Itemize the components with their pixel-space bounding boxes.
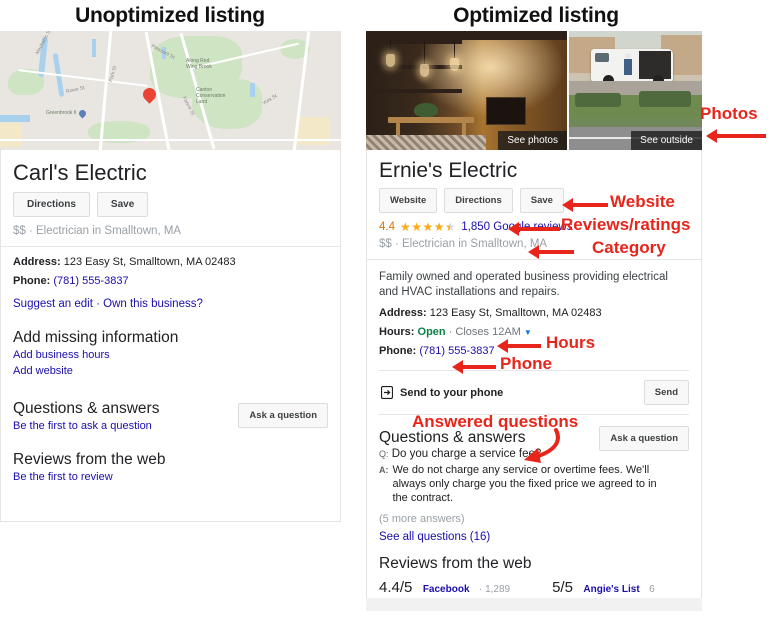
map-thumbnail[interactable]: Along Red Wing Brook Canton Conservation La… bbox=[0, 31, 341, 151]
qa-heading-unoptimized: Questions & answers bbox=[13, 400, 160, 417]
see-photos-caption[interactable]: See photos bbox=[498, 131, 567, 151]
add-website-row[interactable]: Add website bbox=[1, 365, 340, 385]
address-value: 123 Easy St, Smalltown, MA 02483 bbox=[63, 256, 236, 268]
business-name-optimized: Ernie's Electric bbox=[379, 159, 518, 182]
map-label-conservation: Canton Conservation Land bbox=[196, 87, 226, 105]
reviews-heading-optimized: Reviews from the web bbox=[379, 555, 532, 572]
map-label-brook: Along Red Wing Brook bbox=[186, 58, 212, 70]
annotation-category: Category bbox=[592, 238, 666, 257]
annotation-phone: Phone bbox=[500, 354, 552, 373]
unoptimized-listing-card: Carl's Electric Directions Save $$ · Ele… bbox=[0, 150, 341, 522]
directions-button-optimized[interactable]: Directions bbox=[444, 188, 513, 213]
qa-answer-tag: A: bbox=[379, 465, 389, 475]
phone-label: Phone: bbox=[13, 275, 51, 287]
map-secondary-pin bbox=[77, 108, 88, 119]
ask-a-question-button-optimized[interactable]: Ask a question bbox=[599, 426, 689, 451]
rating-value: 4.4 bbox=[379, 221, 395, 233]
star-rating: ★★★★★ ★★★★★ bbox=[400, 220, 457, 234]
business-description: Family owned and operated business provi… bbox=[379, 271, 668, 298]
phone-label-optimized: Phone: bbox=[379, 345, 417, 357]
page-title-unoptimized: Unoptimized listing bbox=[75, 4, 265, 27]
address-label-optimized: Address: bbox=[379, 307, 427, 319]
ask-a-question-button-unoptimized[interactable]: Ask a question bbox=[238, 403, 328, 428]
website-button[interactable]: Website bbox=[379, 188, 438, 213]
angies-list-source[interactable]: Angie's List bbox=[583, 584, 639, 595]
comparison-figure: Unoptimized listing Optimized listing Al… bbox=[0, 0, 770, 631]
qa-question-tag: Q: bbox=[379, 449, 389, 459]
qa-more-answers: (5 more answers) bbox=[379, 513, 465, 525]
hours-detail: · Closes 12AM bbox=[448, 326, 521, 338]
qa-sub-unoptimized[interactable]: Be the first to ask a question bbox=[1, 420, 238, 440]
action-buttons-unoptimized: Directions Save bbox=[1, 192, 340, 225]
hours-row[interactable]: Hours: Open · Closes 12AM ▼ bbox=[367, 326, 701, 345]
photo-strip: See photos See outside bbox=[366, 31, 702, 151]
facebook-source[interactable]: Facebook bbox=[423, 584, 470, 595]
reviews-sub-unoptimized[interactable]: Be the first to review bbox=[1, 471, 340, 491]
annotation-photos: Photos bbox=[700, 104, 758, 123]
hours-label: Hours: bbox=[379, 326, 415, 338]
category-line-unoptimized: $$ · Electrician in Smalltown, MA bbox=[13, 225, 182, 237]
business-name-unoptimized: Carl's Electric bbox=[13, 160, 147, 185]
add-business-hours-link[interactable]: Add business hours bbox=[13, 349, 110, 361]
send-button[interactable]: Send bbox=[643, 380, 689, 405]
address-value-optimized: 123 Easy St, Smalltown, MA 02483 bbox=[429, 307, 602, 319]
address-row-unoptimized: Address: 123 Easy St, Smalltown, MA 0248… bbox=[1, 256, 340, 275]
annotation-website: Website bbox=[610, 192, 675, 211]
send-to-phone-icon bbox=[381, 386, 393, 399]
annotation-arrow-answered-questions bbox=[524, 428, 560, 463]
be-first-to-ask-link[interactable]: Be the first to ask a question bbox=[13, 420, 152, 432]
add-missing-information-heading: Add missing information bbox=[13, 329, 179, 346]
facebook-score: 4.4/5 bbox=[379, 579, 413, 596]
phone-value[interactable]: (781) 555-3837 bbox=[53, 275, 128, 287]
annotation-hours: Hours bbox=[546, 333, 596, 352]
page-title-optimized: Optimized listing bbox=[453, 4, 619, 27]
qa-answer-row: A: We do not charge any service or overt… bbox=[367, 463, 701, 511]
send-to-phone-label: Send to your phone bbox=[400, 386, 504, 399]
edit-links-unoptimized[interactable]: Suggest an edit · Own this business? bbox=[1, 294, 340, 320]
map-label-greenbrook: Greenbrook II bbox=[46, 110, 77, 116]
card-footer-strip bbox=[366, 598, 702, 611]
save-button[interactable]: Save bbox=[96, 192, 149, 217]
qa-answer-text: We do not charge any service or overtime… bbox=[392, 464, 657, 504]
angies-list-score: 5/5 bbox=[552, 579, 573, 596]
interior-photo[interactable]: See photos bbox=[366, 31, 567, 151]
hours-status: Open bbox=[417, 326, 446, 338]
phone-value-optimized[interactable]: (781) 555-3837 bbox=[419, 345, 494, 357]
add-website-link[interactable]: Add website bbox=[13, 365, 73, 377]
be-first-to-review-link[interactable]: Be the first to review bbox=[13, 471, 113, 483]
phone-row-unoptimized: Phone: (781) 555-3837 bbox=[1, 275, 340, 294]
send-to-phone-label-group: Send to your phone bbox=[381, 386, 503, 399]
address-label: Address: bbox=[13, 256, 61, 268]
chevron-down-icon[interactable]: ▼ bbox=[524, 328, 532, 337]
directions-button[interactable]: Directions bbox=[13, 192, 90, 217]
annotation-reviews-ratings: Reviews/ratings bbox=[561, 215, 691, 234]
street-view-photo[interactable]: See outside bbox=[569, 31, 702, 151]
add-business-hours-row[interactable]: Add business hours bbox=[1, 349, 340, 365]
see-outside-caption[interactable]: See outside bbox=[631, 131, 702, 151]
reviews-heading-unoptimized: Reviews from the web bbox=[13, 451, 166, 468]
suggest-edit-link[interactable]: Suggest an edit · Own this business? bbox=[13, 298, 203, 310]
address-row-optimized: Address: 123 Easy St, Smalltown, MA 0248… bbox=[367, 307, 701, 326]
see-all-questions-link[interactable]: See all questions (16) bbox=[367, 531, 701, 549]
send-to-phone-row: Send to your phone Send bbox=[367, 371, 701, 414]
save-button-optimized[interactable]: Save bbox=[519, 188, 564, 213]
